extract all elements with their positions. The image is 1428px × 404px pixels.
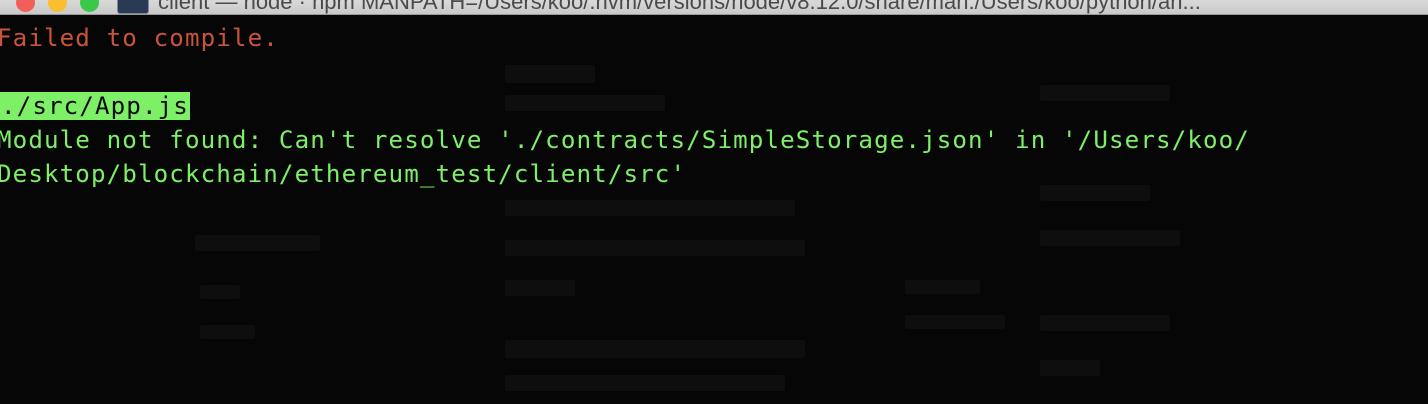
terminal-icon [117,0,149,14]
background-ghost [505,280,575,296]
error-file-path: ./src/App.js [0,89,190,123]
minimize-window-button[interactable] [48,0,67,12]
background-ghost [200,325,255,339]
window-titlebar[interactable]: client — node · npm MANPATH=/Users/koo/.… [0,0,1428,15]
zoom-window-button[interactable] [80,0,99,12]
background-ghost [505,65,595,83]
background-ghost [505,375,785,391]
background-ghost [1040,85,1170,101]
compile-error-heading: Failed to compile. [0,24,279,52]
highlighted-file-path: ./src/App.js [0,92,190,120]
module-not-found-message: Module not found: Can't resolve './contr… [0,126,1250,154]
background-ghost [905,280,980,294]
background-ghost [195,235,320,251]
background-ghost [1040,185,1150,201]
background-ghost [905,315,1005,329]
background-ghost [1040,360,1100,376]
terminal-output[interactable]: Failed to compile. ./src/App.js Module n… [0,15,1428,404]
background-ghost [505,95,665,111]
window-title: client — node · npm MANPATH=/Users/koo/.… [158,0,1201,14]
background-ghost [505,240,805,256]
close-window-button[interactable] [16,0,35,12]
module-not-found-message-continued: Desktop/blockchain/ethereum_test/client/… [0,160,687,188]
background-ghost [1040,230,1180,246]
background-ghost [505,340,805,358]
background-ghost [200,285,240,299]
background-ghost [505,200,795,216]
background-ghost [1040,315,1170,331]
